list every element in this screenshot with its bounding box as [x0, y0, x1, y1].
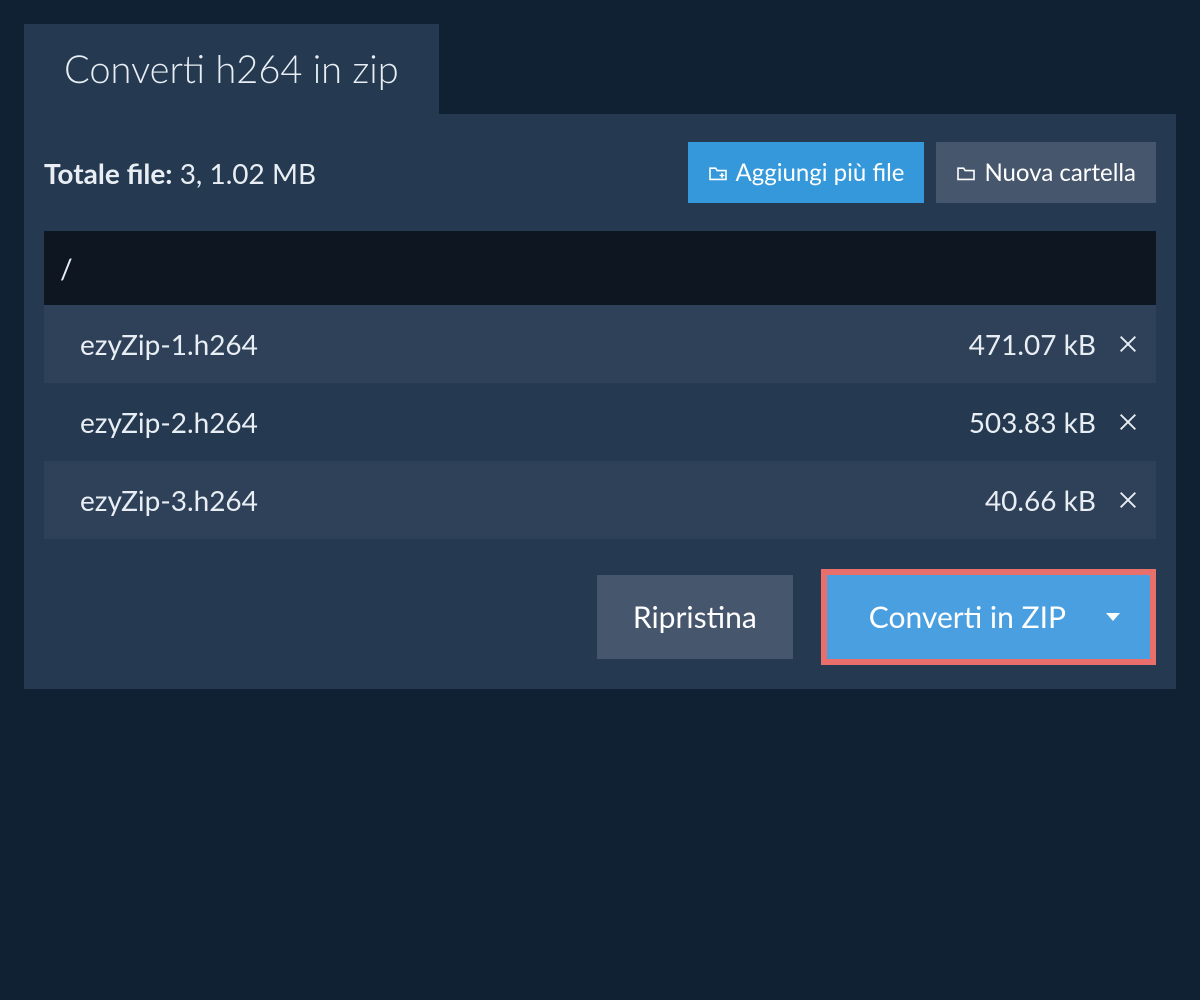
add-more-files-label: Aggiungi più file	[736, 158, 905, 187]
file-size: 471.07 kB	[969, 327, 1096, 361]
tab-title: Converti h264 in zip	[24, 24, 439, 114]
summary-row: Totale file: 3, 1.02 MB Aggiungi più fil…	[44, 142, 1156, 203]
total-files-value: 3, 1.02 MB	[180, 156, 316, 190]
file-name: ezyZip-1.h264	[80, 327, 258, 361]
footer-actions: Ripristina Converti in ZIP	[44, 569, 1156, 665]
convert-label: Converti in ZIP	[869, 599, 1066, 635]
remove-file-button[interactable]	[1116, 410, 1140, 434]
file-name: ezyZip-2.h264	[80, 405, 258, 439]
file-right: 40.66 kB	[985, 483, 1140, 517]
add-more-files-button[interactable]: Aggiungi più file	[688, 142, 925, 203]
new-folder-button[interactable]: Nuova cartella	[936, 142, 1156, 203]
file-right: 503.83 kB	[969, 405, 1140, 439]
file-size: 40.66 kB	[985, 483, 1096, 517]
main-panel: Totale file: 3, 1.02 MB Aggiungi più fil…	[24, 114, 1176, 689]
convert-to-zip-button[interactable]: Converti in ZIP	[827, 575, 1150, 659]
file-row[interactable]: ezyZip-2.h264 503.83 kB	[44, 383, 1156, 461]
top-button-group: Aggiungi più file Nuova cartella	[688, 142, 1156, 203]
file-size: 503.83 kB	[969, 405, 1096, 439]
folder-icon	[956, 158, 976, 187]
chevron-down-icon	[1106, 613, 1120, 621]
new-folder-label: Nuova cartella	[984, 158, 1136, 187]
total-files-label: Totale file:	[44, 156, 173, 190]
file-list: / ezyZip-1.h264 471.07 kB ezyZip-2.h264 503…	[44, 231, 1156, 539]
file-row[interactable]: ezyZip-3.h264 40.66 kB	[44, 461, 1156, 539]
reset-button[interactable]: Ripristina	[597, 575, 793, 659]
folder-plus-icon	[708, 158, 728, 187]
remove-file-button[interactable]	[1116, 488, 1140, 512]
path-row[interactable]: /	[44, 231, 1156, 305]
remove-file-button[interactable]	[1116, 332, 1140, 356]
total-files: Totale file: 3, 1.02 MB	[44, 156, 316, 190]
file-name: ezyZip-3.h264	[80, 483, 258, 517]
file-row[interactable]: ezyZip-1.h264 471.07 kB	[44, 305, 1156, 383]
convert-highlight: Converti in ZIP	[821, 569, 1156, 665]
file-right: 471.07 kB	[969, 327, 1140, 361]
